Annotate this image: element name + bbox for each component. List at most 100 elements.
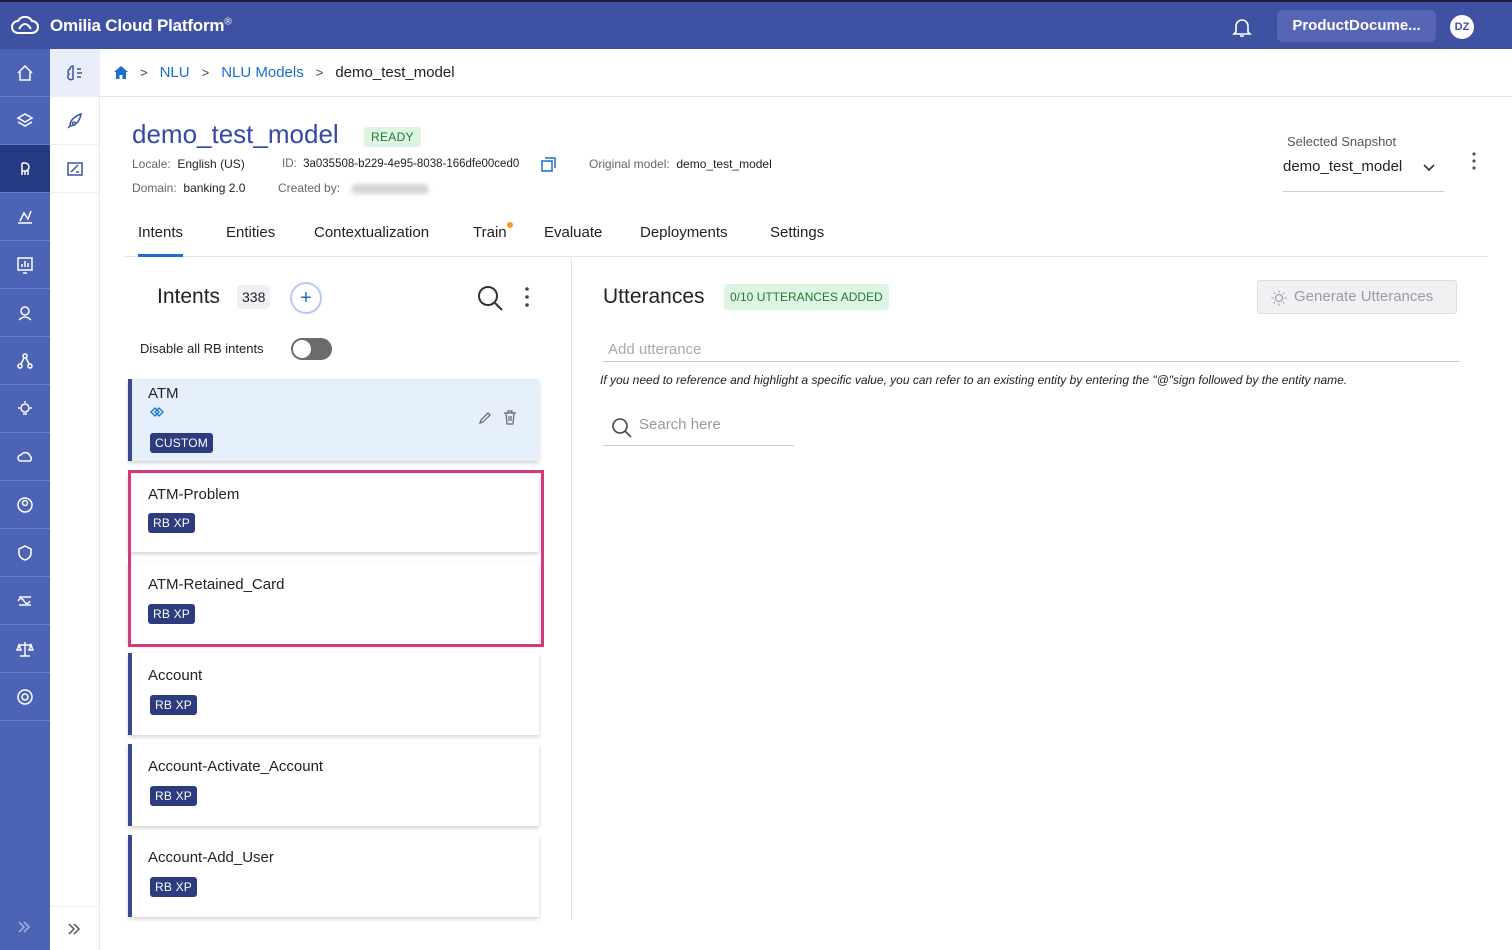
highlight-annotation [128,470,544,647]
home-icon [17,64,33,81]
chevron-down-icon [1423,164,1435,172]
breadcrumb: > NLU > NLU Models > demo_test_model [100,49,1512,97]
subnav-annotate[interactable] [50,145,100,193]
app-title[interactable]: Omilia Cloud Platform® [50,16,232,36]
intents-heading: Intents [157,285,221,308]
domain-meta: Domain: banking 2.0 [132,181,246,195]
users-icon [17,497,33,513]
double-chevron-right-icon [68,923,81,935]
lightbulb-icon [18,401,32,415]
reports-icon [17,257,33,274]
disable-rb-intents-toggle[interactable] [291,338,332,360]
breadcrumb-nlu-models[interactable]: NLU Models [221,64,304,81]
add-intent-button[interactable]: + [290,282,322,314]
disable-rb-intents-label: Disable all RB intents [140,341,264,356]
breadcrumb-separator: > [140,65,148,80]
lightbulb-icon [1271,290,1287,306]
utterances-heading: Utterances [603,285,705,308]
nav-reports[interactable] [0,241,50,289]
top-bar: Omilia Cloud Platform® ProductDocume... … [0,0,1512,49]
tab-evaluate[interactable]: Evaluate [544,224,602,241]
intent-name: Account-Add_User [148,849,274,866]
intent-card[interactable]: Account RB XP [128,653,539,735]
intents-count: 338 [237,285,271,309]
nav-security[interactable] [0,529,50,577]
intent-name: Account-Activate_Account [148,758,324,775]
nav-analytics[interactable] [0,193,50,241]
nav-users[interactable] [0,481,50,529]
tab-deployments[interactable]: Deployments [640,224,728,241]
more-vertical-icon[interactable] [1466,150,1482,172]
tab-intents[interactable]: Intents [138,224,184,257]
brain-icon [67,65,82,81]
subnav-deploy[interactable] [50,97,100,145]
rocket-icon [67,112,82,129]
nav-support[interactable] [0,673,50,721]
original-model-meta: Original model: demo_test_model [589,157,772,171]
collapse-subnav-button[interactable] [50,906,100,950]
bell-icon[interactable] [1230,15,1254,39]
model-id-meta: ID: 3a035508-b229-4e95-8038-166dfe00ced0 [282,158,520,170]
breadcrumb-separator: > [315,65,324,80]
nlu-icon [21,162,30,175]
home-icon[interactable] [114,66,128,79]
notification-dot [506,222,513,228]
tab-train[interactable]: Train [473,222,513,241]
breadcrumb-separator: > [201,65,210,80]
utterance-search[interactable] [603,408,794,446]
locale-meta: Locale: English (US) [132,157,245,171]
expand-sidebar-button[interactable] [0,906,50,950]
snapshot-select[interactable]: demo_test_model [1283,152,1444,192]
edit-icon[interactable] [478,411,492,425]
trash-icon[interactable] [503,410,517,425]
copy-icon[interactable] [541,157,556,172]
page-title: demo_test_model [132,119,339,149]
generate-utterances-button[interactable]: Generate Utterances [1257,280,1457,314]
search-input[interactable] [639,416,789,433]
plus-icon: + [300,287,312,309]
scale-icon [16,642,34,657]
nav-ideas[interactable] [0,385,50,433]
nlu-sidebar [50,49,100,950]
layers-icon [16,113,34,127]
intent-card[interactable]: Account-Add_User RB XP [128,835,539,917]
agent-icon [18,306,32,321]
intent-card[interactable]: Account-Activate_Account RB XP [128,744,539,826]
nav-legal[interactable] [0,625,50,673]
nav-nlu[interactable] [0,145,50,193]
link-icon [150,407,164,417]
intent-tag: RB XP [150,695,198,715]
add-utterance-input[interactable] [603,338,1460,362]
cloud-icon [17,451,33,462]
more-vertical-icon[interactable] [522,286,532,308]
tab-settings[interactable]: Settings [770,224,824,241]
cloud-logo-icon [11,15,39,34]
main-sidebar [0,49,50,950]
blurred-name [350,183,429,194]
nav-cloud[interactable] [0,433,50,481]
utterances-panel: Utterances 0/10 UTTERANCES ADDED Generat… [572,258,1488,920]
intent-tag: RB XP [150,877,198,897]
account-button[interactable]: ProductDocume... [1277,10,1436,42]
search-icon[interactable] [476,284,504,312]
nav-flows[interactable] [0,337,50,385]
avatar[interactable]: DZ [1450,15,1474,39]
nav-home[interactable] [0,49,50,97]
subnav-models[interactable] [50,49,100,97]
breadcrumb-current: demo_test_model [335,64,455,81]
analytics-icon [18,210,32,224]
intent-card[interactable]: ATM CUSTOM [128,379,539,461]
tab-contextualization[interactable]: Contextualization [314,224,429,241]
search-icon [612,418,632,438]
nav-agents[interactable] [0,289,50,337]
intent-name: ATM [148,385,179,402]
created-by-meta: Created by: [278,181,429,195]
intent-tag: RB XP [150,786,198,806]
nav-speech[interactable] [0,577,50,625]
breadcrumb-nlu[interactable]: NLU [160,64,190,81]
tab-entities[interactable]: Entities [226,224,275,241]
snapshot-label: Selected Snapshot [1287,134,1397,149]
utterances-count-badge: 0/10 UTTERANCES ADDED [724,284,889,310]
nav-layers[interactable] [0,97,50,145]
double-chevron-right-icon [18,921,31,933]
